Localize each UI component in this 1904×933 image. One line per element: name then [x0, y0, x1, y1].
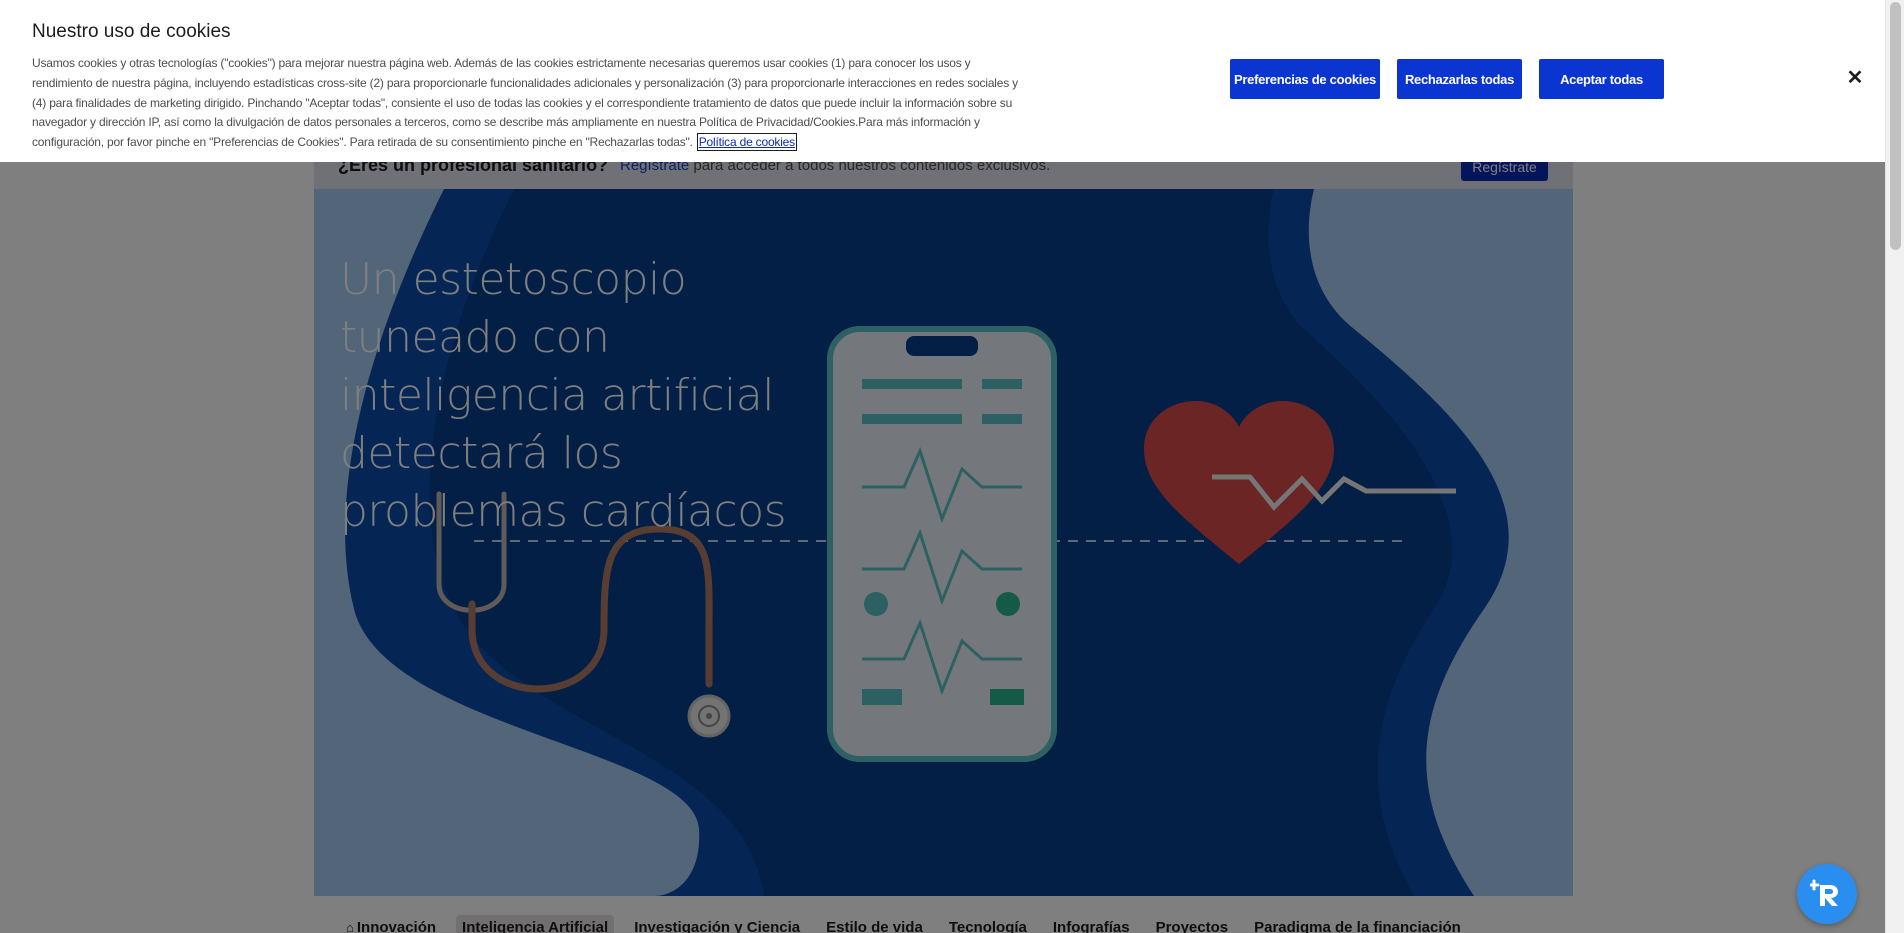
- cookie-policy-link[interactable]: Política de cookies: [696, 133, 797, 152]
- close-icon[interactable]: ✕: [1844, 66, 1866, 89]
- accept-all-button[interactable]: Aceptar todas: [1539, 59, 1664, 99]
- cookie-preferences-button[interactable]: Preferencias de cookies: [1230, 59, 1380, 99]
- chat-button[interactable]: [1797, 864, 1857, 924]
- scrollbar-thumb[interactable]: [1890, 2, 1901, 250]
- cookie-banner-text: Usamos cookies y otras tecnologías ("coo…: [32, 54, 1026, 153]
- chat-assistant-icon: [1810, 879, 1838, 906]
- reject-all-button[interactable]: Rechazarlas todas: [1397, 59, 1522, 99]
- cookie-banner-title: Nuestro uso de cookies: [32, 21, 231, 42]
- cookie-banner-body: Usamos cookies y otras tecnologías ("coo…: [32, 56, 1018, 150]
- cookie-banner: Nuestro uso de cookies Usamos cookies y …: [0, 0, 1885, 162]
- page-scrollbar[interactable]: [1885, 0, 1904, 933]
